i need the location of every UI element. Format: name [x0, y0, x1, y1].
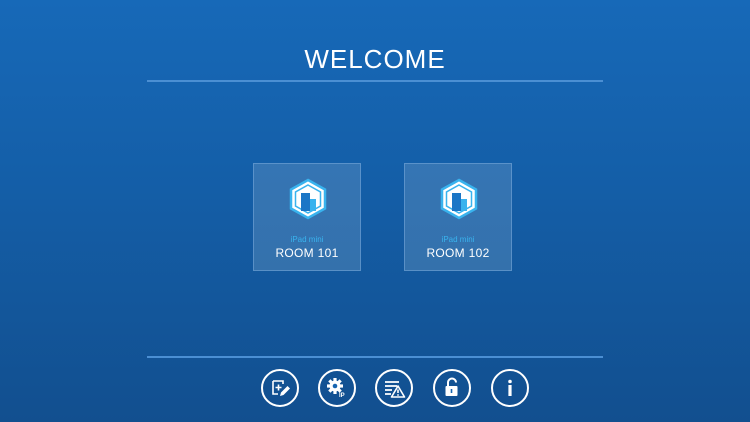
- room-tile-101[interactable]: iPad mini ROOM 101: [253, 163, 361, 271]
- ip-settings-button[interactable]: IP: [318, 369, 356, 407]
- info-button[interactable]: [491, 369, 529, 407]
- room-name-label: ROOM 102: [426, 246, 490, 260]
- info-icon: [508, 379, 512, 396]
- ip-settings-gear-icon: IP: [327, 378, 345, 399]
- building-hexagon-icon: [440, 178, 478, 220]
- room-device-label: iPad mini: [441, 235, 475, 244]
- add-edit-button[interactable]: [261, 369, 299, 407]
- building-hexagon-icon: [289, 178, 327, 220]
- alarm-list-button[interactable]: [375, 369, 413, 407]
- room-tile-102[interactable]: iPad mini ROOM 102: [404, 163, 512, 271]
- unlock-icon: [445, 377, 458, 396]
- top-divider: [147, 80, 603, 82]
- bottom-divider: [147, 356, 603, 358]
- room-tiles: iPad mini ROOM 101 iPad mini ROOM 102: [0, 163, 750, 273]
- svg-text:IP: IP: [339, 393, 345, 399]
- bottom-toolbar: IP: [0, 369, 750, 409]
- room-device-label: iPad mini: [290, 235, 324, 244]
- add-edit-icon: [272, 380, 290, 396]
- room-name-label: ROOM 101: [275, 246, 339, 260]
- page-title: WELCOME: [304, 44, 446, 74]
- alarm-list-warning-icon: [385, 381, 406, 398]
- unlock-button[interactable]: [433, 369, 471, 407]
